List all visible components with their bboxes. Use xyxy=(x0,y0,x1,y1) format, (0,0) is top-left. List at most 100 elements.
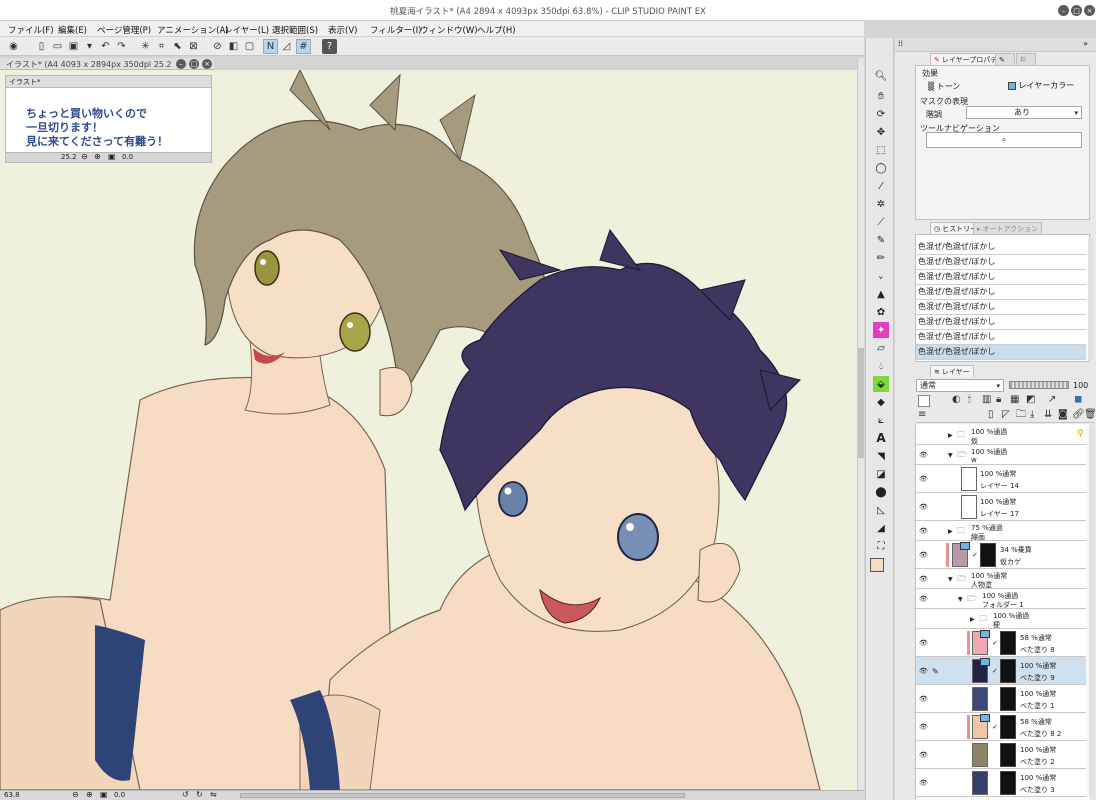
layer-row[interactable]: 👁︎ ▼ 🗁 100 %通過 w xyxy=(916,445,1086,465)
redo-icon[interactable]: ↷ xyxy=(114,39,129,54)
layer-row[interactable]: ▶ 🗀 100 %通過 梗 xyxy=(916,609,1086,629)
rotate-right-icon[interactable]: ↻ xyxy=(196,790,203,799)
navigator-zoom-value[interactable]: 25.2 xyxy=(61,153,77,161)
layer-row[interactable]: 👁︎ ✓ 58 %通常 べた塗り 8 xyxy=(916,629,1086,657)
menu-animation[interactable]: アニメーション(A) xyxy=(157,24,229,36)
pen-tool-icon[interactable]: ✎ xyxy=(873,232,889,248)
history-entry[interactable]: 色混ぜ/色混ぜ/ぼかし xyxy=(916,300,1086,315)
zoom-out-icon[interactable]: ⊖ xyxy=(81,152,88,161)
tab-brush-size[interactable]: ✎ xyxy=(995,53,1015,65)
transfer-down-icon[interactable]: ⤓ xyxy=(1030,410,1034,420)
dock-collapse-icon[interactable]: » xyxy=(1083,39,1088,48)
canvas-vertical-scrollbar[interactable] xyxy=(857,58,864,790)
frame-tool-icon[interactable]: ◺ xyxy=(873,502,889,518)
auto-select-icon[interactable]: ⟋ xyxy=(873,214,889,230)
new-folder-icon[interactable]: 🗀 xyxy=(1016,410,1026,420)
status-zoom-in-icon[interactable]: ⊕ xyxy=(86,790,93,799)
color-indicator-icon[interactable]: ◼ xyxy=(1074,395,1082,405)
layer-row[interactable]: 👁︎ 100 %通常 レイヤー 14 xyxy=(916,465,1086,493)
pencil-tool-icon[interactable]: ✏︎ xyxy=(873,250,889,266)
snap-special-ruler-icon[interactable]: ◿ xyxy=(279,39,294,54)
menu-help[interactable]: ヘルプ(H) xyxy=(477,24,516,36)
expand-arrow-icon[interactable]: ▶ xyxy=(970,616,975,623)
zoom-tool-icon[interactable]: 🔍︎ xyxy=(873,68,889,84)
navigator-panel[interactable]: イラスト* ちょっと買い物いくので 一旦切ります！ 見に来てくださって有難う！ … xyxy=(5,75,212,163)
new-file-icon[interactable]: ▯ xyxy=(34,39,49,54)
draft-icon[interactable]: ↗ xyxy=(1048,395,1056,405)
fill-tool-icon[interactable]: ⬙ xyxy=(873,376,889,392)
mask-layer-icon[interactable]: ◙ xyxy=(1058,410,1068,420)
eye-icon[interactable]: 👁︎ xyxy=(919,595,928,603)
layer-scrollbar[interactable] xyxy=(1089,425,1094,797)
history-entry[interactable]: 色混ぜ/色混ぜ/ぼかし xyxy=(916,255,1086,270)
history-entry[interactable]: 色混ぜ/色混ぜ/ぼかし xyxy=(916,270,1086,285)
horizontal-scrollbar[interactable] xyxy=(240,793,685,798)
app-logo-icon[interactable]: ◉ xyxy=(6,39,21,54)
eyedropper-icon[interactable]: ⁄ xyxy=(873,178,889,194)
eye-icon[interactable]: 👁︎ xyxy=(919,667,928,675)
lock-icon[interactable]: 🔒︎ xyxy=(996,395,1001,405)
document-tab[interactable]: イラスト* (A4 4093 x 2894px 350dpi 25.2%) - … xyxy=(0,58,214,70)
status-angle-value[interactable]: 0.0 xyxy=(114,791,125,799)
eye-icon[interactable]: 👁︎ xyxy=(919,475,928,483)
text-tool-icon[interactable]: A xyxy=(873,430,889,446)
dock-grip-icon[interactable]: ⁞⁞ xyxy=(898,39,903,48)
layer-row[interactable]: 👁︎ ▼ 🗁 100 %通常 人物塗 xyxy=(916,569,1086,589)
maximize-button[interactable]: □ xyxy=(1071,5,1082,16)
invert-selection-icon[interactable]: ◧ xyxy=(226,39,241,54)
status-fit-icon[interactable]: ▣ xyxy=(100,790,108,799)
eye-icon[interactable]: 👁︎ xyxy=(919,503,928,511)
history-entry[interactable]: 色混ぜ/色混ぜ/ぼかし xyxy=(916,315,1086,330)
select-all-icon[interactable]: ▢ xyxy=(242,39,257,54)
blend-drop-icon[interactable]: 💧︎ xyxy=(873,358,889,374)
layer-row[interactable]: 👁︎ 100 %通常 べた塗り 2 xyxy=(916,741,1086,769)
gradient-tool-icon[interactable]: ◆ xyxy=(873,394,889,410)
main-color-swatch[interactable] xyxy=(870,558,884,572)
opacity-slider[interactable] xyxy=(1009,381,1069,389)
fill-icon[interactable]: ⌗ xyxy=(154,39,169,54)
layer-color-box[interactable] xyxy=(918,395,930,407)
mask-icon[interactable]: ▦ xyxy=(1010,395,1019,405)
layer-row[interactable]: 👁︎ 100 %通常 べた塗り 3 xyxy=(916,769,1086,797)
eye-icon[interactable]: 👁︎ xyxy=(919,451,928,459)
layer-row-selected[interactable]: 👁︎ ✎ ✓ 100 %通常 べた塗り 9 xyxy=(916,657,1086,685)
eye-icon[interactable]: 👁︎ xyxy=(919,695,928,703)
reference-icon[interactable]: 🕯︎ xyxy=(968,395,971,405)
history-entry[interactable]: 色混ぜ/色混ぜ/ぼかし xyxy=(916,285,1086,300)
minimize-button[interactable]: – xyxy=(1058,5,1069,16)
scale-icon[interactable]: ⊠ xyxy=(186,39,201,54)
layer-color-toggle[interactable]: レイヤーカラー xyxy=(1008,80,1074,91)
tone-toggle[interactable]: ▒ トーン xyxy=(928,81,960,92)
transform-icon[interactable]: ⬉ xyxy=(170,39,185,54)
layer-row[interactable]: 👁︎ ▶ 🗀 75 %通過 線画 xyxy=(916,521,1086,541)
magic-wand-icon[interactable]: ✲ xyxy=(873,196,889,212)
menu-window[interactable]: ウィンドウ(W) xyxy=(420,24,478,36)
doc-minimize-button[interactable]: – xyxy=(176,59,186,69)
lock-transparency-icon[interactable]: ▥ xyxy=(982,395,991,405)
gradation-select[interactable]: あり ▾ xyxy=(966,106,1082,119)
menu-view[interactable]: 表示(V) xyxy=(328,24,357,36)
menu-page[interactable]: ページ管理(P) xyxy=(97,24,151,36)
tab-auto-action[interactable]: ▸ オートアクション xyxy=(973,222,1043,234)
blend-mode-select[interactable]: 通常 ▾ xyxy=(916,379,1004,392)
eye-icon[interactable]: 👁︎ xyxy=(919,751,928,759)
rect-select-icon[interactable]: ⬚ xyxy=(873,142,889,158)
history-entry[interactable]: 色混ぜ/色混ぜ/ぼかし xyxy=(916,240,1086,255)
new-raster-layer-icon[interactable]: ▯ xyxy=(988,410,994,420)
operation-tool-icon[interactable]: ⛶ xyxy=(873,538,889,554)
flip-icon[interactable]: ⇋ xyxy=(210,790,217,799)
delete-layer-icon[interactable]: 🗑︎ xyxy=(1084,410,1096,420)
clear-icon[interactable]: ✳ xyxy=(138,39,153,54)
line-correction-icon[interactable]: ◪ xyxy=(873,466,889,482)
tab-layer[interactable]: ≋ レイヤー xyxy=(930,365,974,377)
fit-icon[interactable]: ▣ xyxy=(108,152,116,161)
move-tool-icon[interactable]: ✥ xyxy=(873,124,889,140)
status-zoom-value[interactable]: 63.8 xyxy=(4,791,20,799)
layers-stack-icon[interactable]: ≡ xyxy=(918,410,926,420)
ruler-tool-icon[interactable]: ⬤ xyxy=(873,484,889,500)
collapse-arrow-icon[interactable]: ▼ xyxy=(948,452,953,459)
eye-icon[interactable]: 👁︎ xyxy=(919,527,928,535)
layer-row[interactable]: ▶ 🗀 100 %通過 仮 ⚲ xyxy=(916,425,1086,445)
brush-tool-icon[interactable]: ᵥ xyxy=(873,268,889,284)
eraser-tool-icon[interactable]: ▱ xyxy=(873,340,889,356)
